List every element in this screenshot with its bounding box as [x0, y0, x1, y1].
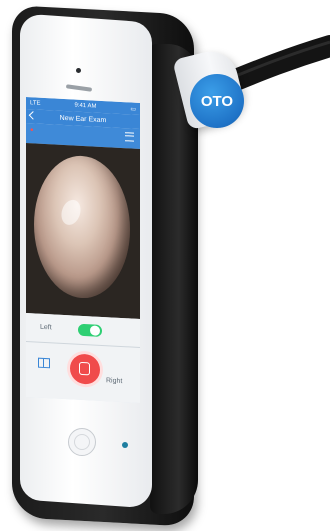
carrier-label: LTE	[30, 100, 41, 107]
exam-camera-view	[26, 143, 140, 319]
left-ear-label[interactable]: Left	[40, 324, 52, 332]
eardrum-image	[34, 153, 130, 301]
capture-button[interactable]	[70, 353, 100, 385]
recording-indicator: ●	[30, 127, 34, 134]
battery-icon: ▭	[130, 105, 136, 113]
phone-screen: LTE 9:41 AM ▭ New Ear Exam ● Left Right	[26, 97, 140, 403]
oto-logo-badge: OTO	[190, 74, 244, 128]
oto-logo-text: OTO	[200, 92, 234, 110]
home-button-icon[interactable]	[68, 428, 96, 456]
product-photo: OTO LTE 9:41 AM ▭ New Ear Exam ● Left Ri…	[0, 0, 330, 531]
time-label: 9:41 AM	[74, 102, 97, 110]
menu-icon[interactable]	[125, 132, 134, 142]
front-camera-icon	[76, 68, 81, 73]
divider	[26, 341, 140, 348]
screen-title: New Ear Exam	[59, 114, 107, 124]
ear-side-toggle[interactable]	[78, 323, 102, 337]
split-view-icon[interactable]	[38, 357, 50, 369]
status-led	[122, 442, 128, 448]
right-ear-label[interactable]: Right	[106, 377, 122, 385]
exam-controls: Left Right	[26, 313, 140, 403]
back-chevron-icon[interactable]	[28, 111, 38, 120]
